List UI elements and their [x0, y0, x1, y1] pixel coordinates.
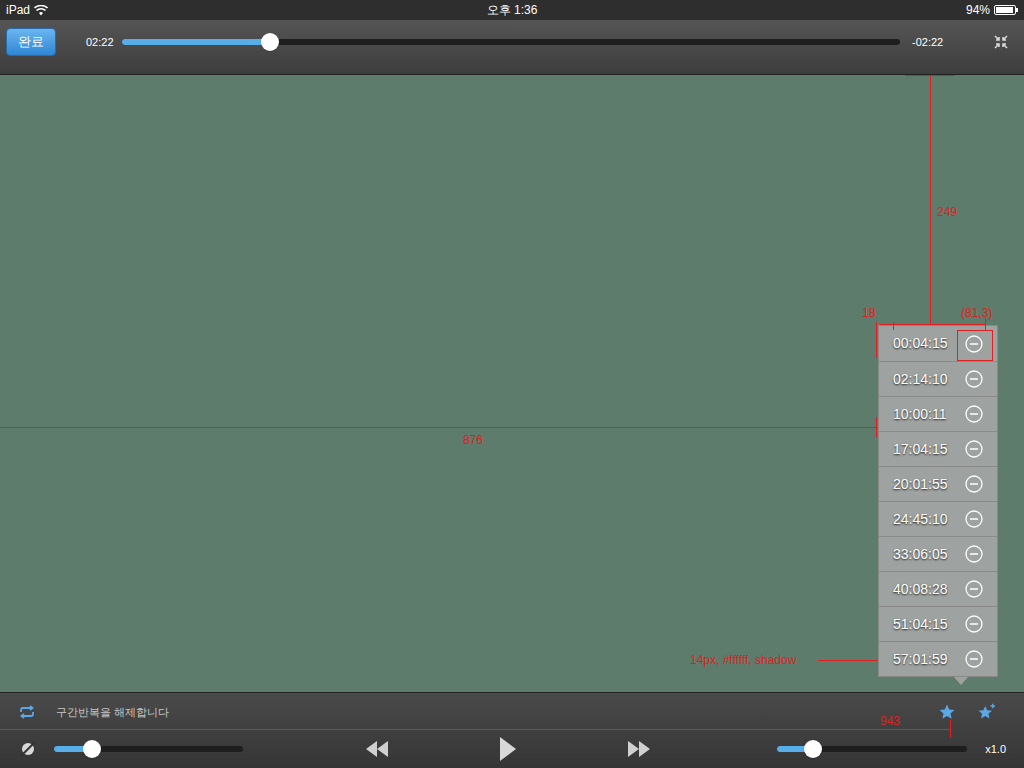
- brightness-track[interactable]: [54, 746, 243, 752]
- device-name: iPad: [6, 1, 30, 19]
- elapsed-time: 02:22: [86, 34, 122, 51]
- bookmark-row[interactable]: 57:01:59: [879, 641, 997, 676]
- remove-bookmark-icon[interactable]: [965, 580, 983, 598]
- annotation-label: (81,3): [961, 306, 992, 320]
- bookmark-time[interactable]: 20:01:55: [893, 474, 948, 495]
- remove-bookmark-icon[interactable]: [965, 335, 983, 353]
- rewind-icon[interactable]: [365, 740, 389, 758]
- bookmark-row[interactable]: 10:00:11: [879, 396, 997, 431]
- battery-percent: 94%: [966, 1, 990, 19]
- app: iPad 오후 1:36 94% 완료 02:22 -02:22: [0, 0, 1024, 768]
- clock: 오후 1:36: [487, 1, 538, 19]
- bookmark-time[interactable]: 17:04:15: [893, 439, 948, 460]
- remove-bookmark-icon[interactable]: [965, 615, 983, 633]
- bookmark-time[interactable]: 51:04:15: [893, 614, 948, 635]
- battery-icon: [994, 5, 1018, 15]
- progress-fill: [122, 39, 270, 45]
- bookmark-row[interactable]: 02:14:10: [879, 361, 997, 396]
- annotation-label: 876: [463, 433, 483, 447]
- bookmark-row[interactable]: 00:04:15: [879, 326, 997, 361]
- progress-track[interactable]: [122, 39, 900, 45]
- annotation-label: 18: [862, 306, 875, 320]
- fast-forward-icon[interactable]: [627, 740, 651, 758]
- annotation-label: 14px, #ffffff, shadow: [690, 653, 796, 667]
- bookmark-row[interactable]: 40:08:28: [879, 571, 997, 606]
- remove-bookmark-icon[interactable]: [965, 370, 983, 388]
- remove-bookmark-icon[interactable]: [965, 405, 983, 423]
- speed-button[interactable]: x1.0: [985, 741, 1006, 758]
- annotation-label: 943: [880, 714, 900, 728]
- volume-knob[interactable]: [804, 740, 822, 758]
- video-frame[interactable]: [0, 75, 1024, 692]
- repeat-icon[interactable]: [18, 705, 36, 719]
- bookmark-time[interactable]: 57:01:59: [893, 649, 948, 670]
- remove-bookmark-icon[interactable]: [965, 545, 983, 563]
- done-button[interactable]: 완료: [6, 28, 56, 56]
- remove-bookmark-icon[interactable]: [965, 440, 983, 458]
- brightness-icon: [18, 739, 38, 759]
- bookmark-row[interactable]: 20:01:55: [879, 466, 997, 501]
- bottom-bar: 구간반복을 해제합니다: [0, 692, 1024, 768]
- add-bookmark-icon[interactable]: [976, 703, 996, 721]
- bookmark-row[interactable]: 51:04:15: [879, 606, 997, 641]
- bookmark-star-icon[interactable]: [938, 703, 956, 721]
- battery-fill: [996, 7, 1013, 13]
- bookmark-time[interactable]: 00:04:15: [893, 333, 948, 354]
- annotation-layer: [0, 0, 1024, 768]
- wifi-icon: [34, 5, 48, 16]
- bookmark-time[interactable]: 02:14:10: [893, 369, 948, 390]
- progress-knob[interactable]: [261, 33, 279, 51]
- bookmark-time[interactable]: 24:45:10: [893, 509, 948, 530]
- remove-bookmark-icon[interactable]: [965, 650, 983, 668]
- bookmark-row[interactable]: 17:04:15: [879, 431, 997, 466]
- status-bar: iPad 오후 1:36 94%: [0, 0, 1024, 20]
- bookmark-time[interactable]: 33:06:05: [893, 544, 948, 565]
- bookmark-time[interactable]: 40:08:28: [893, 579, 948, 600]
- bookmark-time[interactable]: 10:00:11: [893, 404, 946, 425]
- bookmark-row[interactable]: 33:06:05: [879, 536, 997, 571]
- brightness-knob[interactable]: [83, 740, 101, 758]
- bookmark-popup: 00:04:15 02:14:10 10:00:11 17:04:15 20:01:55…: [878, 325, 998, 685]
- annotation-label: 249: [937, 205, 957, 219]
- remove-bookmark-icon[interactable]: [965, 475, 983, 493]
- exit-fullscreen-icon[interactable]: [994, 35, 1008, 49]
- play-icon[interactable]: [499, 736, 517, 762]
- repeat-message: 구간반복을 해제합니다: [56, 704, 169, 721]
- volume-track[interactable]: [777, 746, 967, 752]
- remaining-time: -02:22: [912, 34, 943, 51]
- remove-bookmark-icon[interactable]: [965, 510, 983, 528]
- bookmark-row[interactable]: 24:45:10: [879, 501, 997, 536]
- top-bar: 완료 02:22 -02:22: [0, 20, 1024, 75]
